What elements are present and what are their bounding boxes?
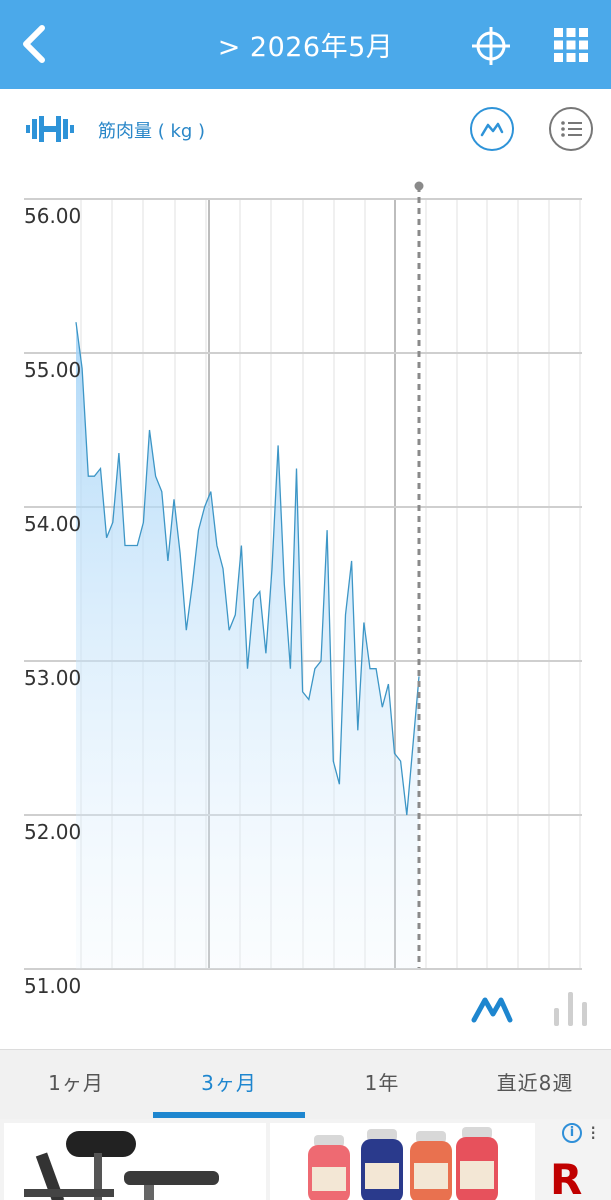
ad-image-bench[interactable] [4, 1123, 266, 1200]
tab-3-months[interactable]: 3ヶ月 [153, 1050, 305, 1116]
y-tick-label: 56.00 [24, 204, 81, 228]
ad-menu-icon[interactable]: ⁝ [590, 1121, 596, 1145]
y-tick-label: 52.00 [24, 820, 81, 844]
ad-brand-logo[interactable]: R [550, 1155, 582, 1200]
active-tab-indicator [153, 1112, 305, 1118]
y-tick-label: 55.00 [24, 358, 81, 382]
bar-chart-toggle[interactable] [550, 990, 592, 1028]
cursor-handle[interactable] [414, 181, 424, 191]
y-tick-label: 53.00 [24, 666, 81, 690]
tab-1-month[interactable]: 1ヶ月 [0, 1050, 152, 1116]
y-tick-label: 54.00 [24, 512, 81, 536]
ad-banner[interactable]: i ⁝ R [0, 1119, 611, 1200]
line-chart-toggle[interactable] [470, 992, 514, 1026]
ad-image-bottles[interactable] [270, 1123, 535, 1200]
drink-bottles-image [308, 1127, 498, 1200]
period-tabs: 1ヶ月 3ヶ月 1年 直近8週 [0, 1049, 611, 1119]
y-tick-label: 51.00 [24, 974, 81, 998]
workout-bench-image [24, 1131, 219, 1200]
muscle-mass-chart[interactable]: 56.00 55.00 54.00 53.00 52.00 51.00 [0, 0, 611, 1050]
tab-1-year[interactable]: 1年 [306, 1050, 458, 1116]
tab-recent-8-weeks[interactable]: 直近8週 [459, 1050, 611, 1116]
ad-info-icon[interactable]: i [562, 1123, 582, 1143]
